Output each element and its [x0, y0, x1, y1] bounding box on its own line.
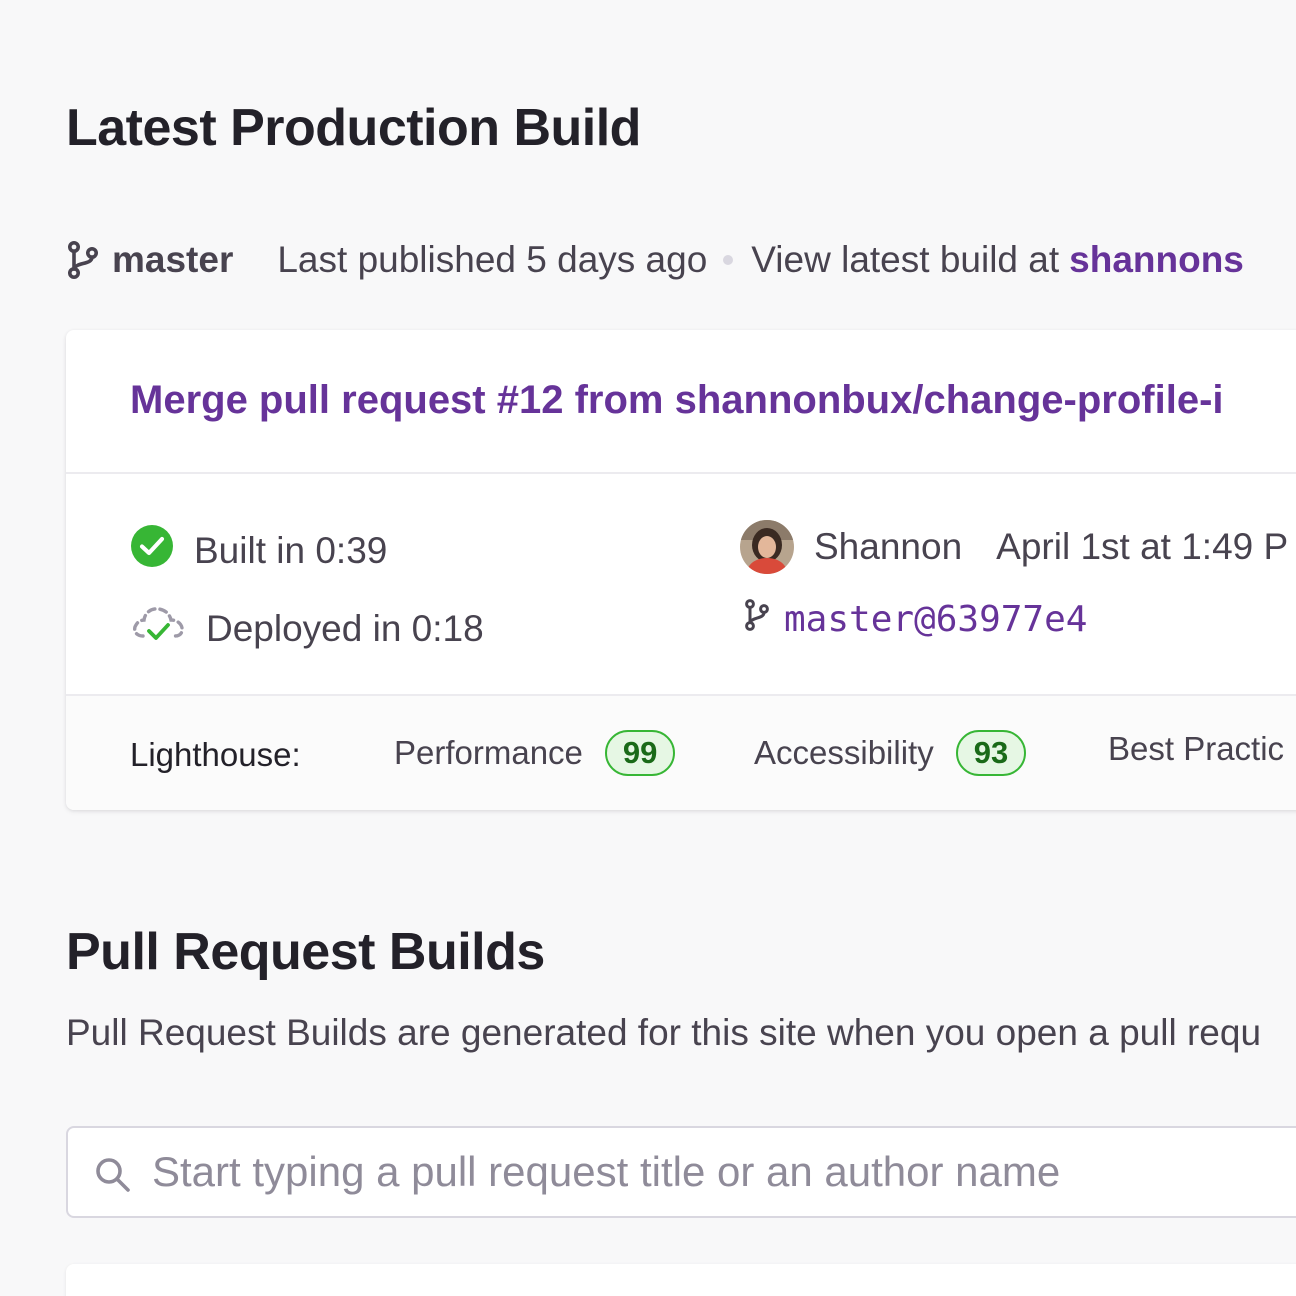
- commit-title-link[interactable]: Merge pull request #12 from shannonbux/c…: [130, 378, 1224, 423]
- section-description: Pull Request Builds are generated for th…: [66, 1012, 1262, 1053]
- deployed-status: Deployed in 0:18: [130, 602, 484, 655]
- author-name: Shannon: [814, 526, 963, 567]
- page: Latest Production Build master Last publ…: [0, 0, 1296, 1296]
- check-circle-icon: [130, 524, 174, 577]
- built-status: Built in 0:39: [130, 524, 387, 577]
- metric-name: Best Practic: [1108, 730, 1285, 767]
- build-meta: master Last published 5 days ago View la…: [66, 236, 1244, 284]
- metric-name: Accessibility: [754, 734, 934, 771]
- page-title: Latest Production Build: [66, 99, 641, 157]
- lighthouse-label: Lighthouse:: [130, 736, 301, 773]
- author-row: Shannon April 1st at 1:49 P: [740, 520, 1288, 574]
- view-latest-label: View latest build at: [751, 239, 1060, 280]
- lighthouse-metric-accessibility[interactable]: Accessibility 93: [754, 730, 1027, 776]
- commit-ref-link[interactable]: master@63977e4: [784, 599, 1087, 640]
- latest-build-link[interactable]: shannons: [1069, 239, 1244, 281]
- section-title: Pull Request Builds: [66, 923, 545, 981]
- last-published-text: Last published 5 days ago: [277, 239, 708, 280]
- card-body: Built in 0:39 Deployed in 0:18 Shannon A…: [66, 474, 1296, 694]
- score-badge: 93: [955, 730, 1027, 776]
- built-time-text: Built in 0:39: [194, 529, 388, 571]
- search-input[interactable]: [152, 1128, 1296, 1216]
- separator-dot: [723, 255, 734, 265]
- search-box: [66, 1126, 1296, 1218]
- card-header: Merge pull request #12 from shannonbux/c…: [66, 330, 1296, 474]
- git-branch-icon: [744, 598, 770, 641]
- branch-name: master: [112, 239, 234, 280]
- latest-build-card: Merge pull request #12 from shannonbux/c…: [66, 330, 1296, 810]
- deployed-time-text: Deployed in 0:18: [206, 607, 484, 649]
- lighthouse-metric-performance[interactable]: Performance 99: [394, 730, 676, 776]
- metric-name: Performance: [394, 734, 583, 771]
- lighthouse-metric-best-practices[interactable]: Best Practic: [1108, 730, 1284, 768]
- cloud-check-icon: [130, 602, 186, 655]
- search-icon: [94, 1156, 132, 1199]
- commit-ref-row: master@63977e4: [744, 598, 1087, 641]
- git-branch-icon: [66, 240, 100, 280]
- lighthouse-bar: Lighthouse: Performance 99 Accessibility…: [66, 694, 1296, 810]
- avatar[interactable]: [740, 520, 794, 574]
- score-badge: 99: [604, 730, 676, 776]
- commit-date: April 1st at 1:49 P: [996, 526, 1289, 567]
- pull-request-card[interactable]: [66, 1264, 1296, 1296]
